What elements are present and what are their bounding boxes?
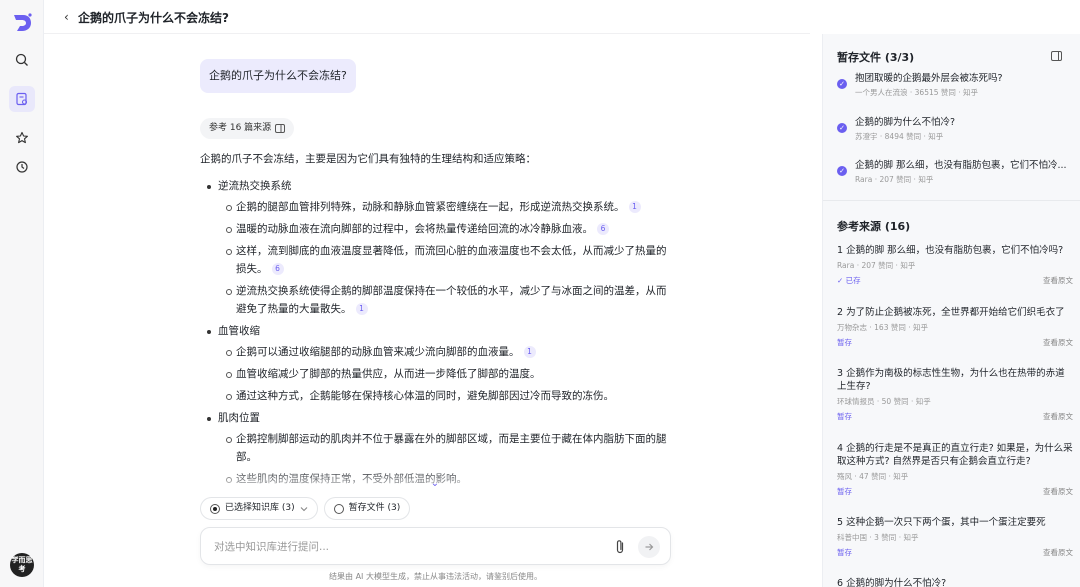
answer-point-text: 这样，流到脚底的血液温度显著降低，而流回心脏的血液温度也不会太低，从而减少了热量…: [236, 245, 667, 275]
page-title: 企鹅的爪子为什么不会冻结?: [78, 11, 229, 25]
reference-meta: 环球情报员 · 50 赞同 · 知乎: [837, 397, 931, 406]
answer-point: 这样，流到脚底的血液温度显著降低，而流回心脏的血液温度也不会太低，从而减少了热量…: [200, 242, 680, 278]
temp-file-title: 抱团取暖的企鹅最外层会被冻死吗?: [855, 73, 1003, 84]
save-button[interactable]: 暂存: [837, 410, 852, 424]
answer-point-text: 血管收缩减少了脚部的热量供应，从而进一步降低了脚部的温度。: [236, 368, 541, 380]
temp-files-title: 暂存文件 (3/3): [837, 51, 915, 64]
reference-meta: 科普中国 · 3 赞同 · 知乎: [837, 533, 919, 542]
panel-toggle-icon[interactable]: [1051, 51, 1062, 61]
send-button[interactable]: [638, 536, 660, 558]
view-original-link[interactable]: 查看原文: [1043, 274, 1073, 288]
chevron-down-icon: [300, 506, 308, 511]
right-panel: 暂存文件 (3/3) 参考来源 (16) ✓ 抱团取暖的企鹅最外层会被冻死吗? 一个…: [822, 34, 1080, 587]
answer-point-text: 企鹅控制脚部运动的肌肉并不位于暴露在外的脚部区域，而是主要位于藏在体内脂肪下面的…: [236, 433, 667, 463]
view-original-link[interactable]: 查看原文: [1043, 410, 1073, 424]
reference-title[interactable]: 2 为了防止企鹅被冻死，全世界都开始给它们织毛衣了: [837, 306, 1073, 319]
answer-point-text: 企鹅可以通过收缩腿部的动脉血管来减少流向脚部的血液量。: [236, 346, 520, 358]
saved-status[interactable]: ✓ 已存: [837, 274, 861, 288]
sources-toggle-button[interactable]: 参考 16 篇来源: [200, 118, 295, 139]
reference-title[interactable]: 4 企鹅的行走是不是真正的直立行走? 如果是，为什么采取这种方式? 自然界是否只…: [837, 442, 1073, 468]
answer-intro: 企鹅的爪子不会冻结，主要是因为它们具有独特的生理结构和适应策略：: [200, 153, 536, 165]
reference-item[interactable]: 2 为了防止企鹅被冻死，全世界都开始给它们织毛衣了万物杂志 · 163 赞同 ·…: [837, 306, 1073, 350]
temp-file-meta: Rara · 207 赞同 · 知乎: [855, 175, 934, 184]
view-original-link[interactable]: 查看原文: [1043, 336, 1073, 350]
search-icon[interactable]: [9, 47, 35, 73]
reference-meta: Rara · 207 赞同 · 知乎: [837, 261, 916, 270]
answer-body: 企鹅的爪子不会冻结，主要是因为它们具有独特的生理结构和适应策略： 逆流热交换系统…: [200, 150, 680, 492]
check-icon: ✓: [837, 166, 847, 176]
answer-point: 血管收缩减少了脚部的热量供应，从而进一步降低了脚部的温度。: [200, 365, 680, 383]
chevron-left-icon[interactable]: ‹: [64, 10, 69, 24]
answer-point-text: 逆流热交换系统使得企鹅的脚部温度保持在一个较低的水平，减少了与冰面之间的温差，从…: [236, 285, 667, 315]
save-button[interactable]: 暂存: [837, 485, 852, 499]
reference-item[interactable]: 5 这种企鹅一次只下两个蛋，其中一个蛋注定要死科普中国 · 3 赞同 · 知乎暂…: [837, 516, 1073, 560]
answer-point-text: 企鹅的腿部血管排列特殊，动脉和静脉血管紧密缠绕在一起，形成逆流热交换系统。: [236, 201, 625, 213]
reference-meta: 殇风 · 47 赞同 · 知乎: [837, 472, 909, 481]
answer-section-title: 血管收缩: [200, 322, 680, 340]
composer: [200, 527, 671, 565]
arrow-right-icon: [645, 543, 654, 551]
answer-section-title: 逆流热交换系统: [200, 177, 680, 195]
citation-badge[interactable]: 1: [523, 346, 536, 358]
reference-item[interactable]: 4 企鹅的行走是不是真正的直立行走? 如果是，为什么采取这种方式? 自然界是否只…: [837, 442, 1073, 499]
citation-badge[interactable]: 1: [628, 201, 641, 213]
view-original-link[interactable]: 查看原文: [1043, 485, 1073, 499]
radio-selected-icon: [210, 503, 220, 514]
reference-meta: 万物杂志 · 163 赞同 · 知乎: [837, 323, 929, 332]
attachment-icon[interactable]: [613, 539, 627, 555]
references-title: 参考来源 (16): [837, 220, 911, 233]
temp-file-title: 企鹅的脚为什么不怕冷?: [855, 117, 956, 128]
radio-unselected-icon: [333, 503, 344, 514]
reference-item[interactable]: 6 企鹅的脚为什么不怕冷?: [837, 577, 1073, 587]
disclaimer: 结果由 AI 大模型生成，禁止从事违法活动，请鉴别后使用。: [329, 572, 542, 581]
temp-file-title: 企鹅的脚 那么细，也没有脂肪包裹，它们不怕冷...: [855, 160, 1067, 171]
answer-point-text: 通过这种方式，企鹅能够在保持核心体温的同时，避免脚部因过冷而导致的冻伤。: [236, 390, 614, 402]
knowledge-base-chip-label: 已选择知识库 (3): [225, 503, 295, 513]
reference-title[interactable]: 6 企鹅的脚为什么不怕冷?: [837, 577, 1073, 587]
save-button[interactable]: 暂存: [837, 336, 852, 350]
temp-file-item[interactable]: ✓ 企鹅的脚为什么不怕冷? 苏澄宇 · 8494 赞同 · 知乎: [837, 116, 1077, 144]
reference-title[interactable]: 5 这种企鹅一次只下两个蛋，其中一个蛋注定要死: [837, 516, 1073, 529]
answer-point: 企鹅控制脚部运动的肌肉并不位于暴露在外的脚部区域，而是主要位于藏在体内脂肪下面的…: [200, 430, 680, 466]
temp-file-meta: 一个男人在流浪 · 36515 赞同 · 知乎: [855, 88, 979, 97]
scroll-down-icon[interactable]: ⌄: [429, 478, 441, 490]
citation-badge[interactable]: 6: [271, 263, 284, 275]
left-sidebar: 学而思考: [0, 0, 44, 587]
reference-item[interactable]: 1 企鹅的脚 那么细，也没有脂肪包裹，它们不怕冷吗? Rara · 207 赞同 …: [837, 244, 1073, 288]
answer-section-title: 肌肉位置: [200, 409, 680, 427]
citation-badge[interactable]: 1: [355, 303, 368, 315]
temp-files-chip-label: 暂存文件 (3): [348, 503, 401, 513]
citation-badge[interactable]: 6: [597, 223, 609, 235]
temp-file-item[interactable]: ✓ 企鹅的脚 那么细，也没有脂肪包裹，它们不怕冷... Rara · 207 赞同 …: [837, 159, 1077, 187]
history-icon[interactable]: [9, 154, 35, 180]
avatar[interactable]: 学而思考: [10, 553, 34, 577]
knowledge-base-chip[interactable]: 已选择知识库 (3): [200, 497, 318, 520]
check-icon: ✓: [837, 123, 847, 133]
star-icon[interactable]: [9, 125, 35, 151]
reference-item[interactable]: 3 企鹅作为南极的标志性生物，为什么也在热带的赤道上生存? 环球情报员 · 50 …: [837, 367, 1073, 424]
temp-file-item[interactable]: ✓ 抱团取暖的企鹅最外层会被冻死吗? 一个男人在流浪 · 36515 赞同 · 知乎: [837, 72, 1077, 100]
view-original-link[interactable]: 查看原文: [1043, 546, 1073, 560]
app-logo[interactable]: [11, 12, 33, 34]
sources-label: 参考 16 篇来源: [209, 123, 272, 133]
save-button[interactable]: 暂存: [837, 546, 852, 560]
answer-point: 逆流热交换系统使得企鹅的脚部温度保持在一个较低的水平，减少了与冰面之间的温差，从…: [200, 282, 680, 318]
reference-title[interactable]: 1 企鹅的脚 那么细，也没有脂肪包裹，它们不怕冷吗?: [837, 244, 1073, 257]
top-bar: ‹ 企鹅的爪子为什么不会冻结?: [44, 0, 810, 34]
question-input[interactable]: [214, 537, 594, 557]
answer-point: 通过这种方式，企鹅能够在保持核心体温的同时，避免脚部因过冷而导致的冻伤。: [200, 387, 680, 405]
check-icon: ✓: [837, 79, 847, 89]
temp-file-meta: 苏澄宇 · 8494 赞同 · 知乎: [855, 132, 944, 141]
divider: [823, 200, 1080, 201]
answer-point: 温暖的动脉血液在流向脚部的过程中，会将热量传递给回流的冰冷静脉血液。 6: [200, 220, 680, 238]
answer-point-text: 温暖的动脉血液在流向脚部的过程中，会将热量传递给回流的冰冷静脉血液。: [236, 223, 593, 235]
user-question: 企鹅的爪子为什么不会冻结?: [200, 59, 356, 93]
answer-point: 企鹅的腿部血管排列特殊，动脉和静脉血管紧密缠绕在一起，形成逆流热交换系统。 1: [200, 198, 680, 216]
panel-icon: [275, 124, 286, 133]
reference-title[interactable]: 3 企鹅作为南极的标志性生物，为什么也在热带的赤道上生存?: [837, 367, 1073, 393]
knowledge-base-icon[interactable]: [9, 86, 35, 112]
temp-files-chip[interactable]: 暂存文件 (3): [323, 497, 411, 520]
answer-point: 企鹅可以通过收缩腿部的动脉血管来减少流向脚部的血液量。 1: [200, 343, 680, 361]
